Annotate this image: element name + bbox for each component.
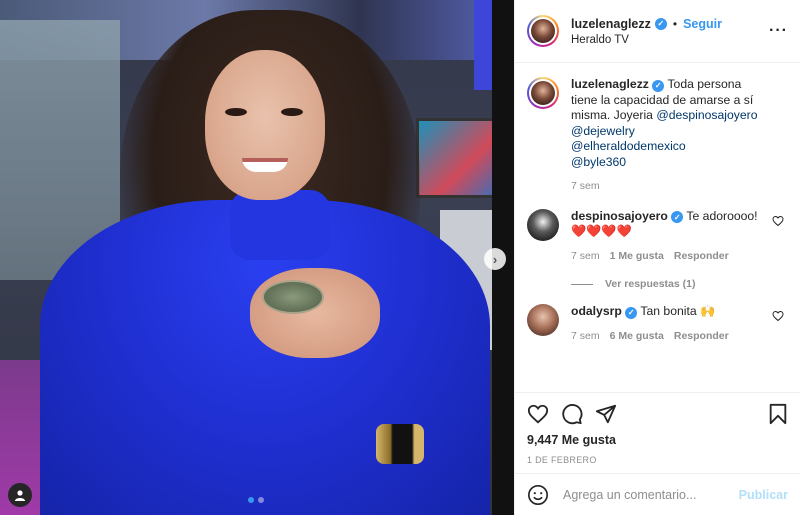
likes-count[interactable]: 9,447 Me gusta bbox=[527, 433, 788, 447]
comment-time[interactable]: 7 sem bbox=[571, 329, 600, 345]
post-date[interactable]: 1 DE FEBRERO bbox=[527, 455, 788, 465]
like-heart-icon[interactable] bbox=[527, 403, 549, 425]
smile bbox=[242, 158, 288, 172]
avatar[interactable] bbox=[527, 15, 559, 47]
view-replies-button[interactable]: Ver respuestas (1) bbox=[571, 278, 788, 290]
woman-face bbox=[205, 50, 325, 200]
verified-badge-icon: ✓ bbox=[652, 79, 665, 92]
replies-line bbox=[571, 283, 593, 285]
save-bookmark-icon[interactable] bbox=[768, 403, 788, 425]
separator: • bbox=[672, 16, 678, 31]
carousel-dot bbox=[258, 497, 264, 503]
like-comment-heart-icon[interactable] bbox=[772, 310, 784, 322]
mention-link[interactable]: @elheraldodemexico bbox=[571, 139, 686, 153]
verified-badge-icon: ✓ bbox=[625, 306, 638, 319]
reply-button[interactable]: Responder bbox=[674, 329, 729, 345]
comment-bubble-icon[interactable] bbox=[561, 403, 583, 425]
turtleneck-collar bbox=[230, 190, 330, 260]
post-photo[interactable]: › bbox=[0, 0, 514, 515]
caption-username[interactable]: luzelenaglezz bbox=[571, 77, 649, 91]
stone-ring bbox=[262, 280, 324, 314]
share-paper-plane-icon[interactable] bbox=[595, 403, 617, 425]
comment-text: Tan bonita 🙌 bbox=[640, 304, 716, 318]
comment-item: odalysrp ✓ Tan bonita 🙌 7 sem 6 Me gusta… bbox=[527, 304, 788, 344]
post-header: luzelenaglezz ✓ • Seguir Heraldo TV ··· bbox=[515, 0, 800, 63]
comment-time[interactable]: 7 sem bbox=[571, 249, 600, 265]
tagged-users-button[interactable] bbox=[8, 483, 32, 507]
comment-likes[interactable]: 6 Me gusta bbox=[610, 329, 664, 345]
carousel-dot-active bbox=[248, 497, 254, 503]
caption-time[interactable]: 7 sem bbox=[571, 179, 600, 195]
avatar[interactable] bbox=[527, 208, 559, 241]
background-screen bbox=[416, 118, 502, 198]
like-comment-heart-icon[interactable] bbox=[772, 215, 784, 227]
instagram-post: › luzelenaglezz ✓ • Seguir Heraldo TV ··… bbox=[0, 0, 800, 515]
publish-button[interactable]: Publicar bbox=[739, 488, 788, 502]
mention-link[interactable]: @dejewelry bbox=[571, 124, 635, 138]
caption: luzelenaglezz ✓ Toda persona tiene la ca… bbox=[527, 77, 788, 195]
chevron-right-icon: › bbox=[492, 251, 498, 267]
comment-username[interactable]: odalysrp bbox=[571, 304, 622, 318]
comments-list: luzelenaglezz ✓ Toda persona tiene la ca… bbox=[515, 63, 800, 392]
comment-username[interactable]: despinosajoyero bbox=[571, 209, 668, 223]
post-username[interactable]: luzelenaglezz bbox=[571, 17, 651, 31]
post-actions: 9,447 Me gusta 1 DE FEBRERO bbox=[515, 392, 800, 473]
emoji-icon[interactable] bbox=[527, 484, 549, 506]
post-side-panel: luzelenaglezz ✓ • Seguir Heraldo TV ··· … bbox=[514, 0, 800, 515]
next-photo-button[interactable]: › bbox=[484, 248, 506, 270]
gold-bracelet bbox=[376, 424, 424, 464]
avatar[interactable] bbox=[527, 77, 559, 109]
carousel-indicator bbox=[248, 497, 264, 503]
reply-button[interactable]: Responder bbox=[674, 249, 729, 265]
comment-likes[interactable]: 1 Me gusta bbox=[610, 249, 664, 265]
comment-input[interactable] bbox=[563, 487, 725, 502]
left-eye bbox=[225, 108, 247, 116]
mention-link[interactable]: @despinosajoyero bbox=[656, 108, 757, 122]
more-options-icon[interactable]: ··· bbox=[769, 22, 788, 40]
add-comment-bar: Publicar bbox=[515, 473, 800, 515]
view-replies-label: Ver respuestas (1) bbox=[605, 278, 696, 290]
user-icon bbox=[15, 490, 25, 501]
right-eye bbox=[281, 108, 303, 116]
comment-item: despinosajoyero ✓ Te adoroooo! ❤️❤️❤️❤️ … bbox=[527, 208, 788, 265]
post-location[interactable]: Heraldo TV bbox=[571, 34, 786, 46]
follow-button[interactable]: Seguir bbox=[683, 17, 722, 31]
verified-badge-icon: ✓ bbox=[671, 211, 684, 224]
avatar[interactable] bbox=[527, 304, 559, 336]
hand bbox=[250, 268, 380, 358]
mention-link[interactable]: @byle360 bbox=[571, 155, 626, 169]
verified-badge-icon: ✓ bbox=[654, 17, 667, 30]
